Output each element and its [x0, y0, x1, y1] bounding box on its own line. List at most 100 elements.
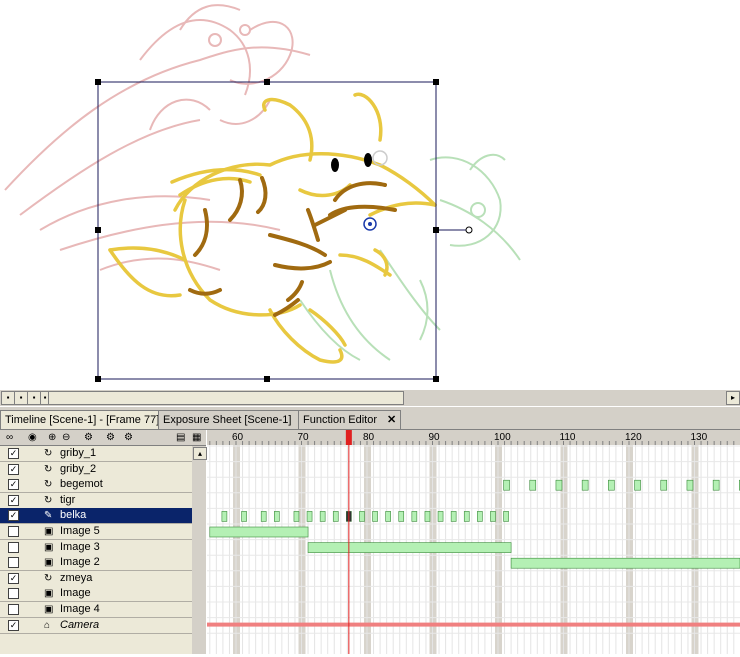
layer-name: Image 4 [60, 603, 100, 615]
layer-name: Camera [60, 618, 100, 631]
settings-icon[interactable]: ⚙ [124, 432, 133, 443]
layer-name: belka [60, 509, 87, 522]
linked-drawing-icon: ↻ [44, 448, 53, 459]
keyframe [450, 511, 457, 522]
add-layer-icon[interactable]: ⊕ [48, 432, 56, 443]
layer-row[interactable]: ✓ ↻ begemot [0, 477, 192, 494]
layer-row[interactable]: ▣ Image 3 [0, 539, 192, 556]
linked-drawing-icon: ↻ [44, 463, 53, 475]
visibility-checkbox[interactable]: ✓ [8, 572, 19, 584]
visibility-checkbox[interactable] [8, 588, 19, 600]
layer-name: griby_1 [60, 447, 97, 459]
ruler-label: 60 [232, 432, 244, 443]
layer-name: Image [60, 587, 91, 600]
tab-label: Exposure Sheet [Scene-1] [163, 414, 292, 426]
link-icon[interactable]: ∞ [6, 432, 13, 443]
visibility-checkbox[interactable] [8, 604, 19, 615]
zoom-icon[interactable]: ▪ [1, 391, 15, 405]
keyframe [293, 511, 300, 522]
frame-grid[interactable]: 60 70 80 90 100 110 120 130 [207, 430, 740, 654]
hand-icon[interactable]: ▪ [14, 391, 28, 405]
tab-label: Timeline [Scene-1] - [Frame 77] [5, 414, 160, 426]
layer-row[interactable]: ✓ ↻ tigr [0, 492, 192, 509]
visibility-checkbox[interactable]: ✓ [8, 494, 19, 506]
layer-properties-icon[interactable]: ⚙ [84, 432, 93, 443]
visibility-checkbox[interactable] [8, 541, 19, 553]
ruler-label: 100 [494, 432, 511, 443]
layer-row[interactable]: ✓ ↻ griby_2 [0, 461, 192, 478]
keyframe [660, 479, 668, 491]
visibility-checkbox[interactable]: ✓ [8, 510, 19, 522]
visibility-checkbox[interactable] [8, 557, 19, 569]
visibility-checkbox[interactable]: ✓ [8, 463, 19, 475]
layer-row[interactable]: ✓ ↻ zmeya [0, 570, 192, 587]
keyframe [686, 479, 694, 491]
image-icon: ▣ [44, 541, 54, 553]
image-icon: ▣ [44, 604, 54, 615]
layer-vertical-scrollbar[interactable]: ▴ [192, 446, 207, 654]
visibility-checkbox[interactable]: ✓ [8, 619, 19, 631]
layer-name: begemot [60, 478, 103, 491]
tab-timeline[interactable]: Timeline [Scene-1] - [Frame 77]✕ [0, 410, 184, 429]
scrollbar-thumb[interactable] [48, 391, 404, 405]
ruler-label: 130 [691, 432, 708, 443]
scroll-up-icon[interactable]: ▴ [193, 447, 207, 460]
keyframe [608, 479, 615, 491]
keyframe [241, 511, 247, 522]
layer-name: tigr [60, 493, 76, 506]
keyframe [437, 511, 444, 522]
keyframe [411, 511, 418, 522]
canvas-horizontal-scrollbar[interactable]: ▪ ▪ ▪ ▪ ▸ [0, 389, 740, 406]
remove-layer-icon[interactable]: ⊖ [62, 432, 70, 443]
linked-drawing-icon: ↻ [44, 494, 53, 506]
pen-icon: ✎ [44, 510, 53, 522]
playhead-handle [345, 430, 352, 445]
keyframe [634, 479, 641, 491]
keyframe [477, 511, 483, 522]
folder-icon[interactable]: ▤ [176, 432, 185, 443]
keyframe [555, 479, 563, 491]
layer-name: Image 3 [60, 540, 100, 553]
visibility-checkbox[interactable]: ✓ [8, 479, 19, 491]
canvas-stage[interactable] [0, 0, 740, 390]
keyframe [306, 511, 313, 522]
frame-ruler [207, 430, 740, 445]
layer-row[interactable]: ✓ ↻ griby_1 [0, 446, 192, 462]
layer-row[interactable]: ▣ Image [0, 586, 192, 603]
layer-row[interactable]: ✓ ⌂ Camera [0, 617, 192, 634]
camera-icon: ⌂ [44, 619, 51, 631]
layer-row[interactable]: ▣ Image 2 [0, 555, 192, 572]
keyframe [372, 511, 378, 522]
record-icon[interactable]: ◉ [28, 432, 37, 443]
keyframe [221, 511, 228, 522]
tab-exposure-sheet[interactable]: Exposure Sheet [Scene-1]✕ [158, 410, 316, 429]
camera-track [207, 622, 740, 627]
keyframe [398, 511, 405, 522]
group-icon[interactable]: ⚙ [106, 432, 115, 443]
visibility-checkbox[interactable] [8, 526, 19, 537]
layer-row[interactable]: ▣ Image 5 [0, 524, 192, 540]
close-icon[interactable]: ✕ [387, 414, 396, 426]
image-icon: ▣ [44, 526, 54, 537]
keyframe [260, 511, 267, 522]
tab-label: Function Editor [303, 414, 377, 426]
keyframe [529, 479, 537, 491]
linked-drawing-icon: ↻ [44, 572, 53, 584]
layer-row[interactable]: ✓ ✎ belka [0, 508, 192, 525]
layer-name: Image 5 [60, 525, 100, 537]
keyframe [503, 511, 509, 522]
ruler-label: 80 [363, 432, 375, 443]
scroll-right-icon[interactable]: ▸ [726, 391, 740, 405]
keyframe [463, 511, 470, 522]
rotate-icon[interactable]: ▪ [27, 391, 41, 405]
copy-icon[interactable]: ▦ [192, 432, 201, 443]
layer-row[interactable]: ▣ Image 4 [0, 602, 192, 618]
linked-drawing-icon: ↻ [44, 479, 53, 491]
keyframe [385, 511, 391, 522]
visibility-checkbox[interactable]: ✓ [8, 448, 19, 459]
timeline-panel: ∞ ◉ ⊕ ⊖ ⚙ ⚙ ⚙ ▤ ▦ ✓ ↻ griby_1 ✓ ↻ griby_2 ✓ ↻ be… [0, 430, 740, 654]
exposure-block [307, 542, 512, 553]
tab-function-editor[interactable]: Function Editor ✕ [298, 410, 402, 429]
layer-name: Image 2 [60, 556, 100, 569]
ruler-label: 70 [298, 432, 310, 443]
